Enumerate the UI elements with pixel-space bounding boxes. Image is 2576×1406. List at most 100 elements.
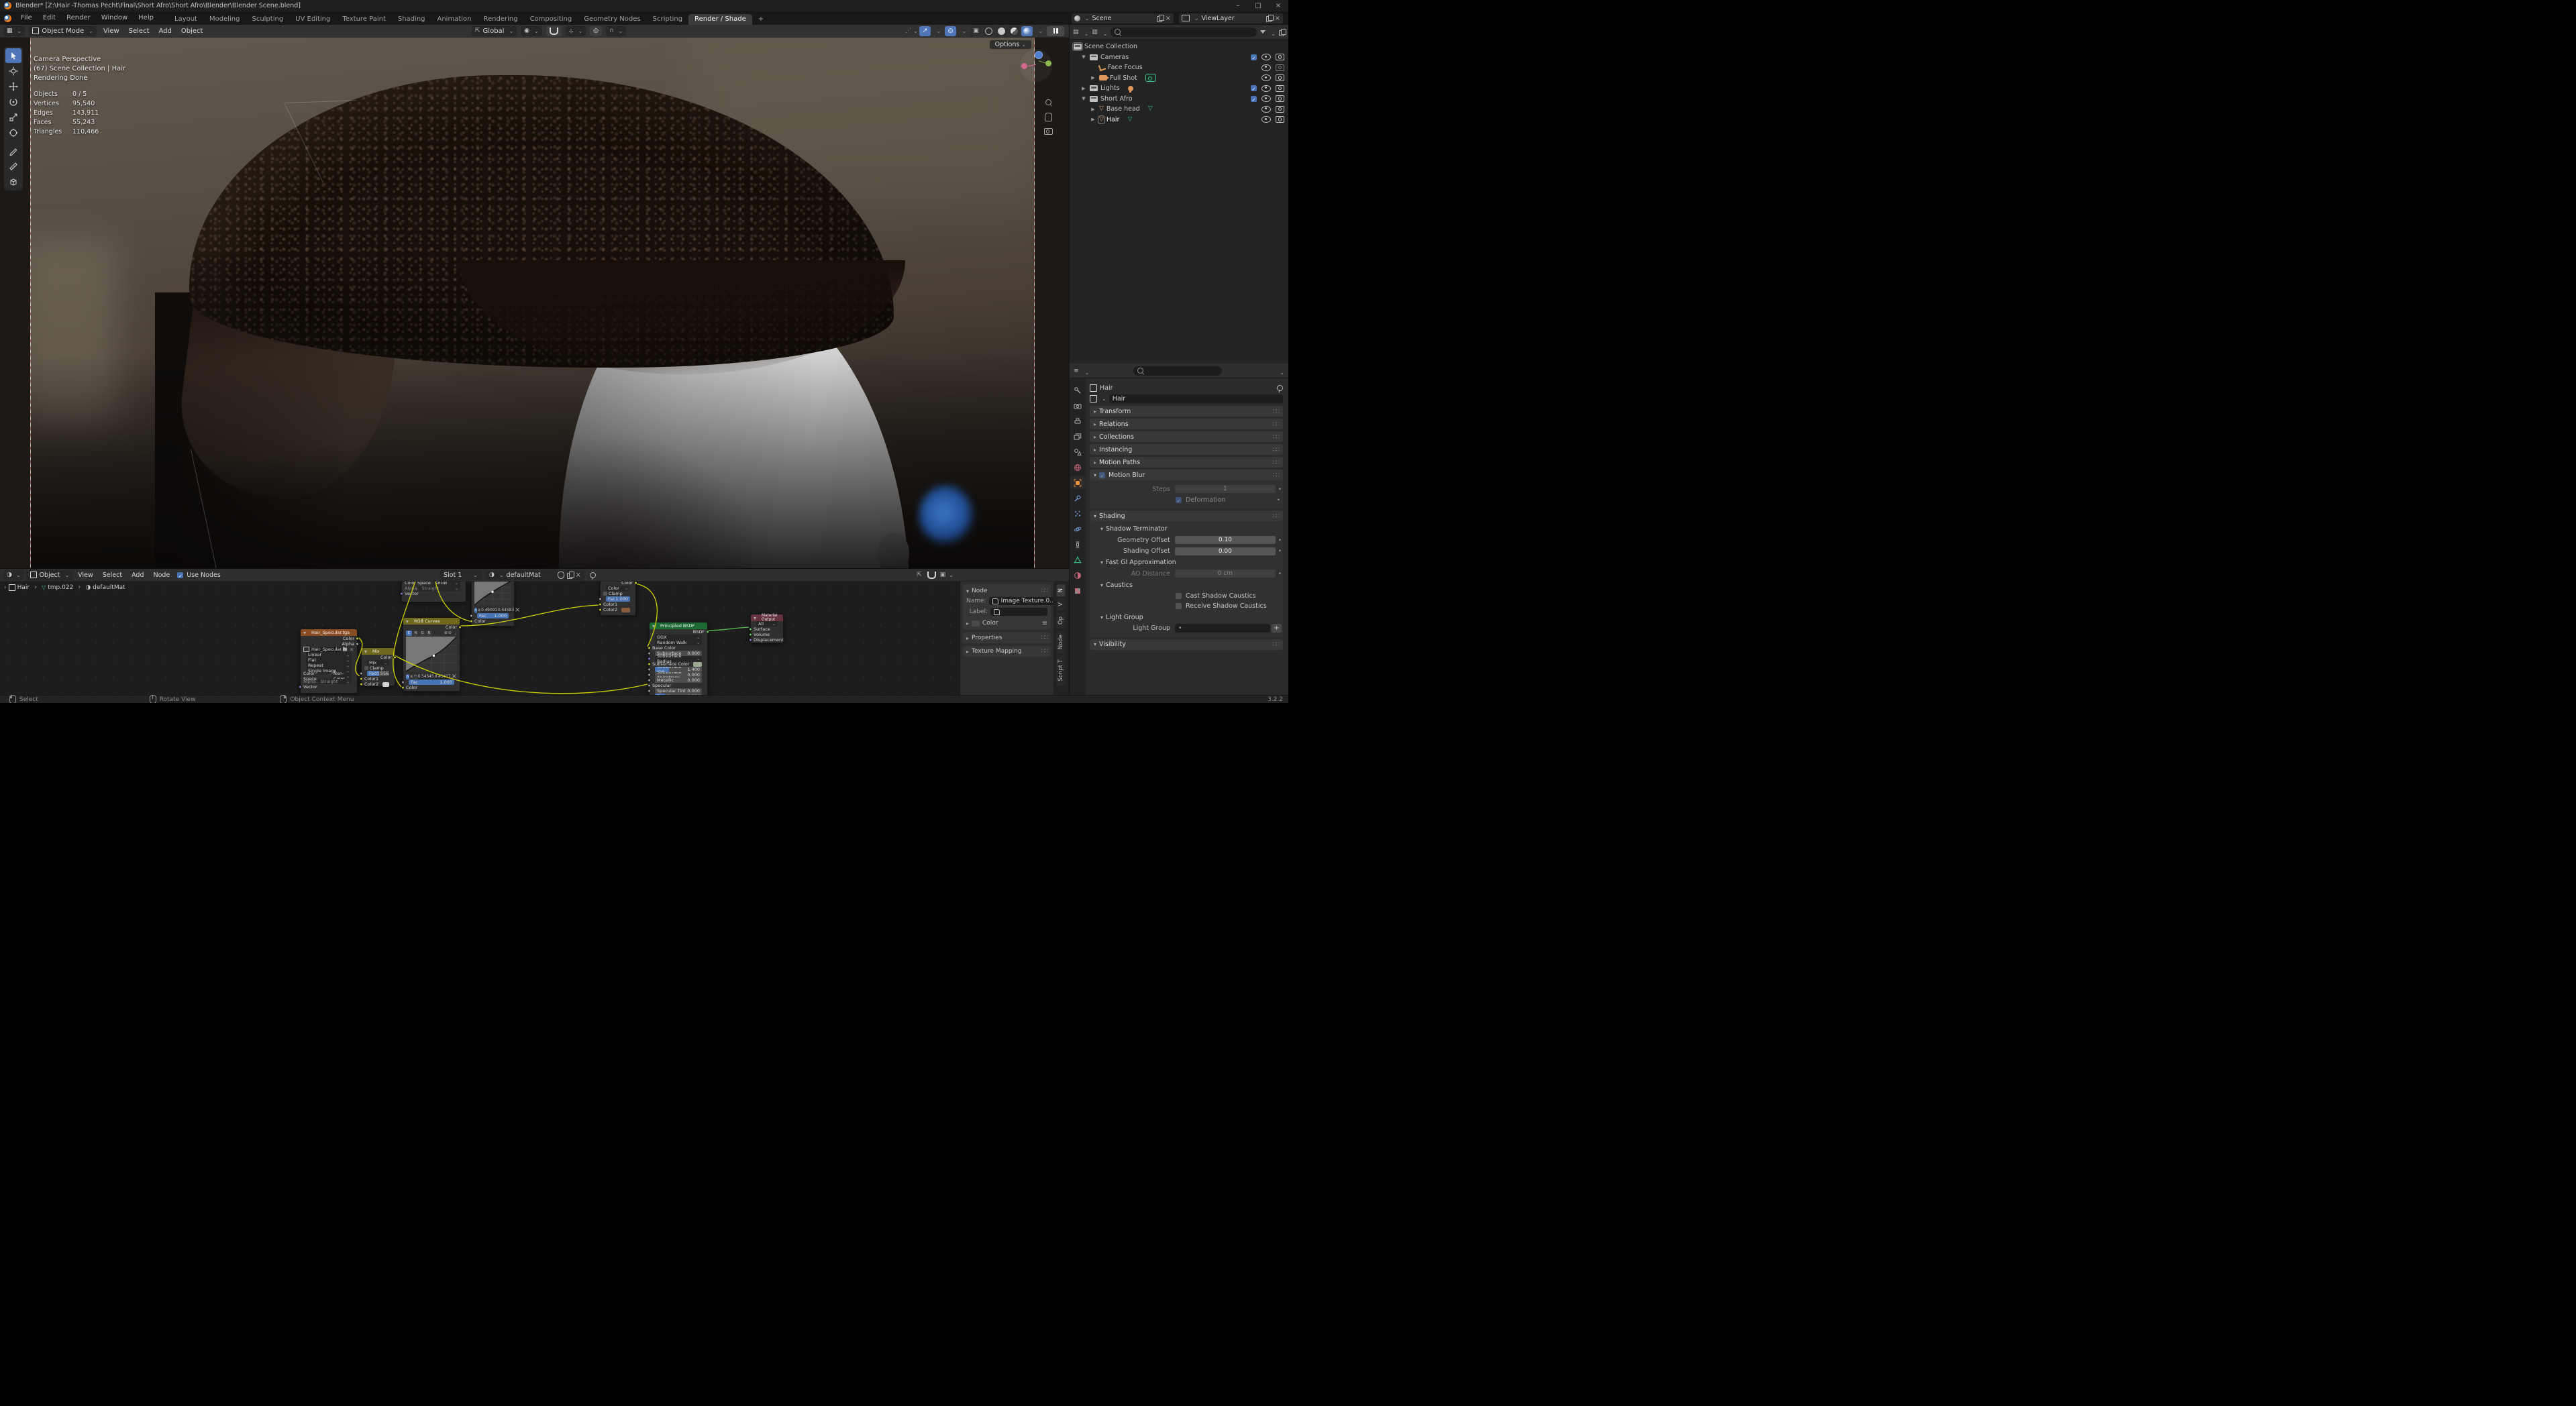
panel-collections[interactable]: Collections (1090, 431, 1283, 442)
node-collapse-icon[interactable] (754, 615, 759, 621)
alpha-output-socket[interactable] (356, 643, 359, 646)
node-collapse-icon[interactable] (406, 618, 411, 625)
sidebar-tab-script[interactable]: Script T (1057, 655, 1066, 686)
subpanel-shadow-terminator[interactable]: Shadow Terminator (1096, 524, 1282, 534)
delete-point-icon[interactable] (515, 606, 520, 614)
viewlayer-selector[interactable]: ViewLayer (1179, 13, 1283, 23)
pan-view-icon[interactable] (1041, 110, 1055, 123)
show-gizmo-toggle[interactable]: ↗ (919, 26, 931, 36)
subsurface-slider[interactable]: Subsurface0.000 (655, 651, 702, 656)
select-box-tool[interactable] (5, 48, 21, 63)
specular-tint-slider[interactable]: Specular Tint0.000 (655, 688, 702, 694)
node-collapse-icon[interactable] (303, 630, 309, 636)
viewlayer-copy-icon[interactable] (1266, 15, 1272, 21)
tab-uv-editing[interactable]: UV Editing (289, 14, 336, 25)
clamp-checkbox[interactable] (603, 592, 607, 596)
color2-swatch[interactable] (382, 682, 389, 687)
shading-solid-button[interactable] (996, 26, 1007, 36)
subpanel-caustics[interactable]: Caustics (1096, 580, 1282, 590)
pivot-point-dropdown[interactable]: ◉ (521, 26, 542, 36)
sidebar-tab-node[interactable]: Node (1057, 631, 1066, 653)
projection-dropdown[interactable]: Flat (306, 657, 352, 663)
metallic-slider[interactable]: Metallic0.000 (655, 678, 702, 683)
list-icon[interactable] (1042, 620, 1047, 627)
outliner-display-mode-icon[interactable]: ▥ (1092, 29, 1098, 36)
roughness-input-socket[interactable] (648, 695, 651, 696)
mode-dropdown[interactable]: Object Mode (29, 26, 97, 36)
vector-input-socket[interactable] (299, 686, 302, 689)
object-browse-chevron-icon[interactable] (1100, 395, 1106, 402)
panel-relations[interactable]: Relations (1090, 419, 1283, 429)
material-slot-dropdown[interactable]: Slot 1 (440, 570, 482, 580)
base-color-input-socket[interactable] (648, 647, 651, 650)
node-image-texture-partial[interactable]: Color SpacesRGB AlphaStraight Vector (401, 582, 466, 602)
tab-shading[interactable]: Shading (392, 14, 431, 25)
viewport-3d[interactable]: ▦ Object Mode View Select Add Object ⇱ G… (0, 25, 1069, 568)
filter-chevron-icon[interactable] (1269, 25, 1276, 38)
tab-sculpting[interactable]: Sculpting (246, 14, 289, 25)
texture-mapping-subpanel[interactable]: Texture Mapping (963, 646, 1051, 657)
tab-render[interactable] (1070, 399, 1085, 412)
cursor-tool[interactable] (5, 64, 21, 78)
node-curve-partial[interactable]: ∩ ∧ 0.49091 0.54583 Fac1.000 Color (471, 582, 515, 627)
deformation-checkbox[interactable] (1176, 497, 1182, 503)
tab-modeling[interactable]: Modeling (203, 14, 246, 25)
shading-wireframe-button[interactable] (983, 26, 994, 36)
cast-shadow-caustics-checkbox[interactable] (1176, 593, 1182, 599)
menu-window[interactable]: Window (96, 11, 133, 25)
breadcrumb-expand-icon[interactable]: › (4, 584, 7, 591)
transform-orientation-dropdown[interactable]: ⇱ Global (472, 26, 517, 36)
viewport-menu-view[interactable]: View (99, 28, 124, 35)
panel-motion-blur[interactable]: Motion Blur (1090, 470, 1283, 480)
transform-tool[interactable] (5, 125, 21, 140)
collection-checkbox[interactable] (1251, 85, 1257, 91)
breadcrumb-object[interactable]: Hair (17, 584, 30, 591)
node-material-output[interactable]: Material Output All Surface Volume Displ… (750, 614, 784, 643)
scene-unlink-icon[interactable] (1166, 15, 1171, 22)
subsurface-ior-input-socket[interactable] (648, 668, 651, 671)
color2-swatch[interactable] (621, 608, 630, 612)
expand-arrow-icon[interactable]: ▶ (1080, 86, 1087, 91)
color-input-socket[interactable] (401, 686, 405, 690)
channel-c-button[interactable]: C (406, 631, 412, 636)
color-input-socket[interactable] (470, 620, 473, 623)
surface-input-socket[interactable] (749, 628, 752, 631)
receive-shadow-caustics-checkbox[interactable] (1176, 603, 1182, 609)
ao-distance-field[interactable]: 0 cm (1175, 570, 1276, 578)
subsurface-anisotropy-input-socket[interactable] (648, 673, 651, 677)
blender-menu-icon[interactable] (4, 15, 11, 22)
shader-menu-view[interactable]: View (73, 572, 98, 579)
tab-animation[interactable]: Animation (431, 14, 478, 25)
fac-slider[interactable]: Fac1.000 (606, 596, 630, 602)
hide-eye-icon[interactable] (1261, 64, 1271, 71)
shader-menu-node[interactable]: Node (148, 572, 174, 579)
tab-geometry-nodes[interactable]: Geometry Nodes (578, 14, 646, 25)
render-visibility-icon[interactable] (1276, 95, 1284, 102)
tab-tool[interactable] (1070, 384, 1085, 396)
fac-slider[interactable]: Fac0.556 (367, 671, 389, 676)
steps-field[interactable]: 1 (1175, 485, 1276, 493)
panel-grip-icon[interactable] (1273, 459, 1279, 466)
axis-x-dot[interactable] (1021, 63, 1027, 69)
animate-dot-icon[interactable] (1278, 537, 1282, 544)
sidebar-tab-view[interactable]: V (1057, 598, 1066, 610)
outliner-search-input[interactable] (1111, 28, 1257, 37)
collapse-arrow-icon[interactable]: ▼ (1080, 96, 1087, 101)
interpolation-dropdown[interactable]: Linear (306, 652, 352, 657)
overlays-dropdown[interactable] (958, 26, 969, 36)
add-cube-tool[interactable] (5, 174, 21, 189)
color2-input-socket[interactable] (599, 608, 602, 612)
panel-grip-icon[interactable] (1041, 635, 1047, 641)
curve-y-value[interactable]: 0.54583 (498, 608, 514, 613)
viewlayer-browse-chevron-icon[interactable] (1192, 15, 1199, 22)
outliner-row-hair[interactable]: ▶ ▽ Hair ▽ (1070, 115, 1288, 125)
breadcrumb-data[interactable]: tmp.022 (48, 584, 73, 591)
snap-settings-dropdown[interactable]: ⊹ (566, 26, 586, 36)
open-image-icon[interactable] (343, 648, 347, 651)
viewport-menu-object[interactable]: Object (176, 28, 208, 35)
collection-checkbox[interactable] (1251, 54, 1257, 60)
tab-rendering[interactable]: Rendering (477, 14, 523, 25)
camera-view-icon[interactable] (1041, 125, 1055, 138)
node-mix-2[interactable]: Color Color Clamp Fac1.000 Color1 Color2 (600, 582, 636, 616)
subsurface-ior-slider[interactable]: Subsurface IOR1.400 (655, 667, 702, 672)
